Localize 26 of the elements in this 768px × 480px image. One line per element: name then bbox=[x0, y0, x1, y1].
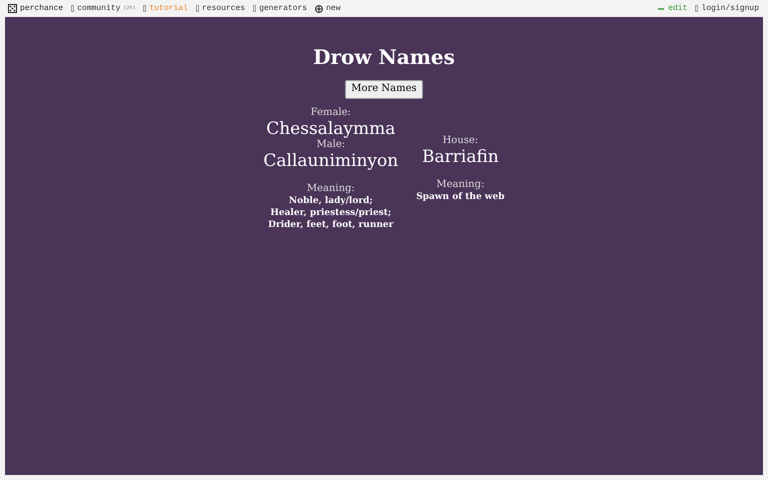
nav-link[interactable]: new bbox=[315, 2, 340, 14]
nav-link[interactable]: generators bbox=[253, 2, 308, 14]
house-name: Barriafin bbox=[422, 146, 499, 166]
field-label: Female: bbox=[310, 106, 351, 118]
nav-link[interactable]: login/signup bbox=[695, 2, 759, 14]
box-icon bbox=[143, 5, 146, 12]
box-icon bbox=[253, 5, 256, 12]
plus-icon bbox=[315, 4, 324, 12]
meaning-text: Drider, feet, foot, runner bbox=[268, 218, 394, 230]
male-name: Callauniminyon bbox=[263, 150, 398, 170]
box-icon bbox=[71, 5, 74, 12]
box-icon bbox=[695, 5, 698, 12]
meaning-text: Healer, priestess/priest; bbox=[270, 206, 392, 218]
field-label: Male: bbox=[316, 138, 346, 150]
meaning-text: Noble, lady/lord; bbox=[288, 194, 373, 206]
nav-link[interactable]: perchance bbox=[8, 2, 64, 14]
field-label: Meaning: bbox=[306, 182, 355, 194]
field-label: House: bbox=[442, 134, 478, 146]
nav-link[interactable]: resources bbox=[196, 2, 246, 14]
more-names-button[interactable]: More Names bbox=[345, 80, 423, 98]
field-label: Meaning: bbox=[436, 178, 484, 190]
page-title: Drow Names bbox=[313, 47, 455, 67]
meaning-text: Spawn of the web bbox=[416, 190, 505, 202]
dice-icon bbox=[8, 4, 17, 13]
female-name: Chessalaymma bbox=[266, 118, 396, 138]
box-icon bbox=[196, 5, 199, 12]
